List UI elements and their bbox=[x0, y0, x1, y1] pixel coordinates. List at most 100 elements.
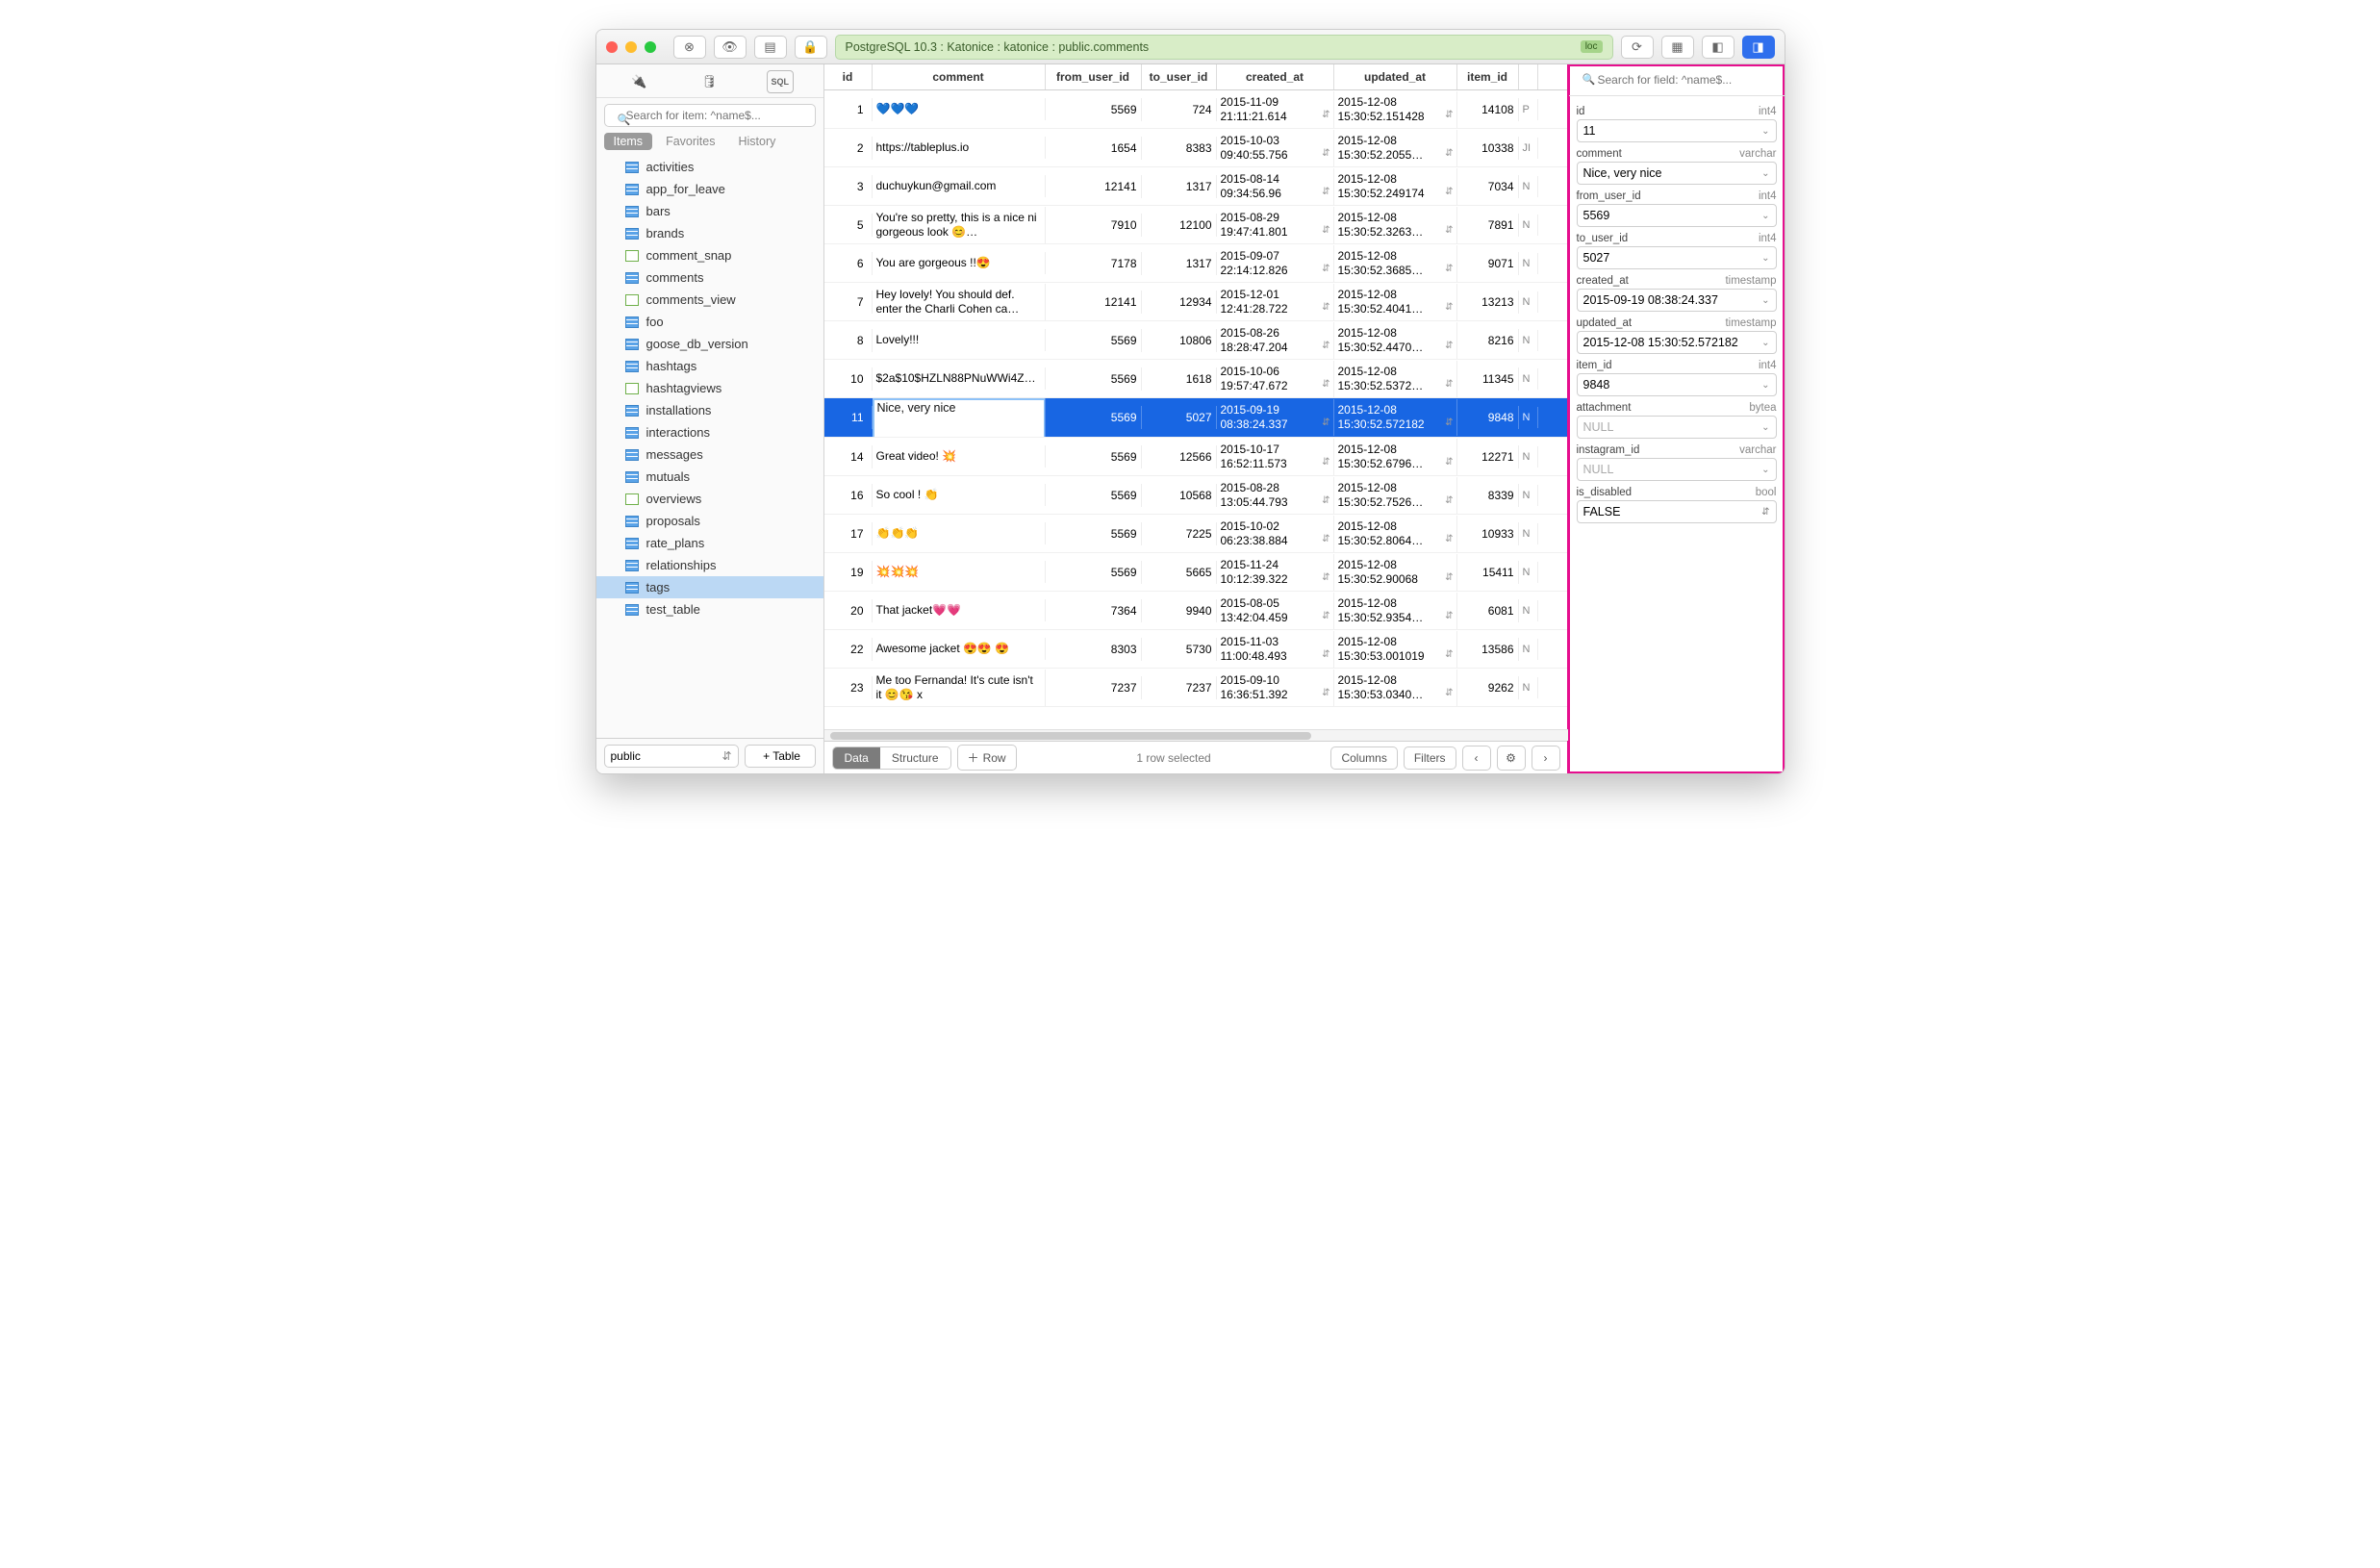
columns-button[interactable]: Columns bbox=[1330, 746, 1397, 770]
cell[interactable]: 9940 bbox=[1142, 599, 1217, 622]
prev-button[interactable]: ‹ bbox=[1462, 746, 1491, 771]
cell[interactable]: 10338 bbox=[1457, 137, 1519, 160]
cell[interactable]: Awesome jacket 😍😍 😍 bbox=[873, 638, 1046, 660]
cell[interactable]: 22 bbox=[824, 638, 873, 661]
field-value[interactable]: NULL⌄ bbox=[1577, 458, 1777, 481]
grid-icon[interactable]: ▦ bbox=[1661, 36, 1694, 59]
cell[interactable]: 2015-12-08 15:30:52.90068 bbox=[1334, 554, 1457, 591]
cell[interactable]: 5027 bbox=[1142, 406, 1217, 429]
table-row[interactable]: 3duchuykun@gmail.com1214113172015-08-14 … bbox=[824, 167, 1568, 206]
chevron-down-icon[interactable]: ⇵ bbox=[1761, 507, 1769, 518]
cell[interactable]: 2015-09-07 22:14:12.826 bbox=[1217, 245, 1334, 282]
cell[interactable]: 8303 bbox=[1046, 638, 1142, 661]
cell[interactable]: 5569 bbox=[1046, 561, 1142, 584]
sidebar-item-rate_plans[interactable]: rate_plans bbox=[596, 532, 823, 554]
cell[interactable]: 12566 bbox=[1142, 445, 1217, 468]
cell[interactable]: You are gorgeous !!😍 bbox=[873, 252, 1046, 274]
cell[interactable]: 7 bbox=[824, 291, 873, 314]
cell[interactable]: $2a$10$HZLN88PNuWWi4ZuS91lb8dR98ljt0kbly… bbox=[873, 367, 1046, 390]
cell[interactable]: 2015-12-08 15:30:52.3685… bbox=[1334, 245, 1457, 282]
cell[interactable]: 1618 bbox=[1142, 367, 1217, 391]
cell[interactable]: 2015-08-26 18:28:47.204 bbox=[1217, 322, 1334, 359]
cancel-icon[interactable]: ⊗ bbox=[673, 36, 706, 59]
cell[interactable]: 👏👏👏 bbox=[873, 522, 1046, 544]
cell[interactable]: duchuykun@gmail.com bbox=[873, 175, 1046, 197]
cell[interactable]: 23 bbox=[824, 676, 873, 699]
sidebar-item-interactions[interactable]: interactions bbox=[596, 421, 823, 443]
sidebar-search-input[interactable] bbox=[604, 104, 816, 127]
tab-items[interactable]: Items bbox=[604, 133, 653, 150]
safe-icon[interactable]: ▤ bbox=[754, 36, 787, 59]
chevron-down-icon[interactable]: ⌄ bbox=[1761, 465, 1769, 475]
tab-favorites[interactable]: Favorites bbox=[656, 133, 724, 150]
col-created[interactable]: created_at bbox=[1217, 64, 1334, 89]
chevron-down-icon[interactable]: ⌄ bbox=[1761, 422, 1769, 433]
sidebar-item-proposals[interactable]: proposals bbox=[596, 510, 823, 532]
cell[interactable]: 8216 bbox=[1457, 329, 1519, 352]
cell[interactable]: 2015-09-10 16:36:51.392 bbox=[1217, 670, 1334, 706]
cell[interactable]: 2015-12-08 15:30:52.6796… bbox=[1334, 439, 1457, 475]
cell[interactable]: 💙💙💙 bbox=[873, 98, 1046, 120]
field-value[interactable]: 2015-12-08 15:30:52.572182⌄ bbox=[1577, 331, 1777, 354]
cell[interactable]: 9848 bbox=[1457, 406, 1519, 429]
cell[interactable]: N bbox=[1519, 253, 1538, 274]
cell[interactable]: 8383 bbox=[1142, 137, 1217, 160]
cell[interactable]: N bbox=[1519, 600, 1538, 621]
cell[interactable]: 6081 bbox=[1457, 599, 1519, 622]
cell[interactable]: 2015-08-14 09:34:56.96 bbox=[1217, 168, 1334, 205]
sidebar-item-overviews[interactable]: overviews bbox=[596, 488, 823, 510]
cell[interactable]: 2015-11-24 10:12:39.322 bbox=[1217, 554, 1334, 591]
cell[interactable]: 12100 bbox=[1142, 214, 1217, 237]
table-row[interactable]: 17👏👏👏556972252015-10-02 06:23:38.8842015… bbox=[824, 515, 1568, 553]
col-comment[interactable]: comment bbox=[873, 64, 1046, 89]
sidebar-item-tags[interactable]: tags bbox=[596, 576, 823, 598]
cell[interactable]: 2015-12-08 15:30:52.151428 bbox=[1334, 91, 1457, 128]
cell[interactable]: 5569 bbox=[1046, 445, 1142, 468]
cell[interactable]: 7178 bbox=[1046, 252, 1142, 275]
sidebar-item-comment_snap[interactable]: comment_snap bbox=[596, 244, 823, 266]
cell[interactable]: 2015-12-08 15:30:53.001019 bbox=[1334, 631, 1457, 668]
sidebar-item-app_for_leave[interactable]: app_for_leave bbox=[596, 178, 823, 200]
field-value[interactable]: 5027⌄ bbox=[1577, 246, 1777, 269]
cell[interactable]: 3 bbox=[824, 175, 873, 198]
cell[interactable]: 2015-12-08 15:30:52.249174 bbox=[1334, 168, 1457, 205]
col-id[interactable]: id bbox=[824, 64, 873, 89]
eye-icon[interactable]: 👁 bbox=[714, 36, 747, 59]
cell[interactable]: N bbox=[1519, 639, 1538, 660]
cell[interactable]: 2015-08-28 13:05:44.793 bbox=[1217, 477, 1334, 514]
cell[interactable]: 9262 bbox=[1457, 676, 1519, 699]
cell[interactable]: 10 bbox=[824, 367, 873, 391]
cell[interactable]: 2015-12-01 12:41:28.722 bbox=[1217, 284, 1334, 320]
chevron-down-icon[interactable]: ⌄ bbox=[1761, 253, 1769, 264]
cell[interactable]: 2015-10-02 06:23:38.884 bbox=[1217, 516, 1334, 552]
lock-icon[interactable]: 🔒 bbox=[795, 36, 827, 59]
cell[interactable]: 2015-09-19 08:38:24.337 bbox=[1217, 399, 1334, 436]
cell[interactable]: 724 bbox=[1142, 98, 1217, 121]
cell[interactable]: 1317 bbox=[1142, 252, 1217, 275]
cell[interactable]: 7237 bbox=[1046, 676, 1142, 699]
cell[interactable]: N bbox=[1519, 176, 1538, 197]
cell[interactable]: N bbox=[1519, 215, 1538, 236]
structure-tab[interactable]: Structure bbox=[880, 747, 950, 769]
table-row[interactable]: 2https://tableplus.io165483832015-10-03 … bbox=[824, 129, 1568, 167]
schema-select[interactable]: public ⇵ bbox=[604, 745, 739, 768]
cell[interactable]: 7034 bbox=[1457, 175, 1519, 198]
cell[interactable]: 14108 bbox=[1457, 98, 1519, 121]
cell[interactable]: https://tableplus.io bbox=[873, 137, 1046, 159]
cell[interactable]: N bbox=[1519, 291, 1538, 313]
chevron-down-icon[interactable]: ⌄ bbox=[1761, 295, 1769, 306]
cell[interactable]: 2015-08-05 13:42:04.459 bbox=[1217, 593, 1334, 629]
cell[interactable]: 2015-10-06 19:57:47.672 bbox=[1217, 361, 1334, 397]
cell[interactable]: 2015-10-17 16:52:11.573 bbox=[1217, 439, 1334, 475]
sidebar-right-toggle[interactable]: ◨ bbox=[1742, 36, 1775, 59]
tab-history[interactable]: History bbox=[728, 133, 785, 150]
sidebar-item-mutuals[interactable]: mutuals bbox=[596, 466, 823, 488]
sidebar-item-comments_view[interactable]: comments_view bbox=[596, 289, 823, 311]
minimize-window[interactable] bbox=[625, 41, 637, 53]
cell[interactable]: 13213 bbox=[1457, 291, 1519, 314]
cell[interactable]: 7237 bbox=[1142, 676, 1217, 699]
gear-icon[interactable]: ⚙ bbox=[1497, 746, 1526, 771]
cell[interactable]: 5569 bbox=[1046, 367, 1142, 391]
cell[interactable]: 2015-12-08 15:30:52.9354… bbox=[1334, 593, 1457, 629]
cell[interactable]: 1654 bbox=[1046, 137, 1142, 160]
